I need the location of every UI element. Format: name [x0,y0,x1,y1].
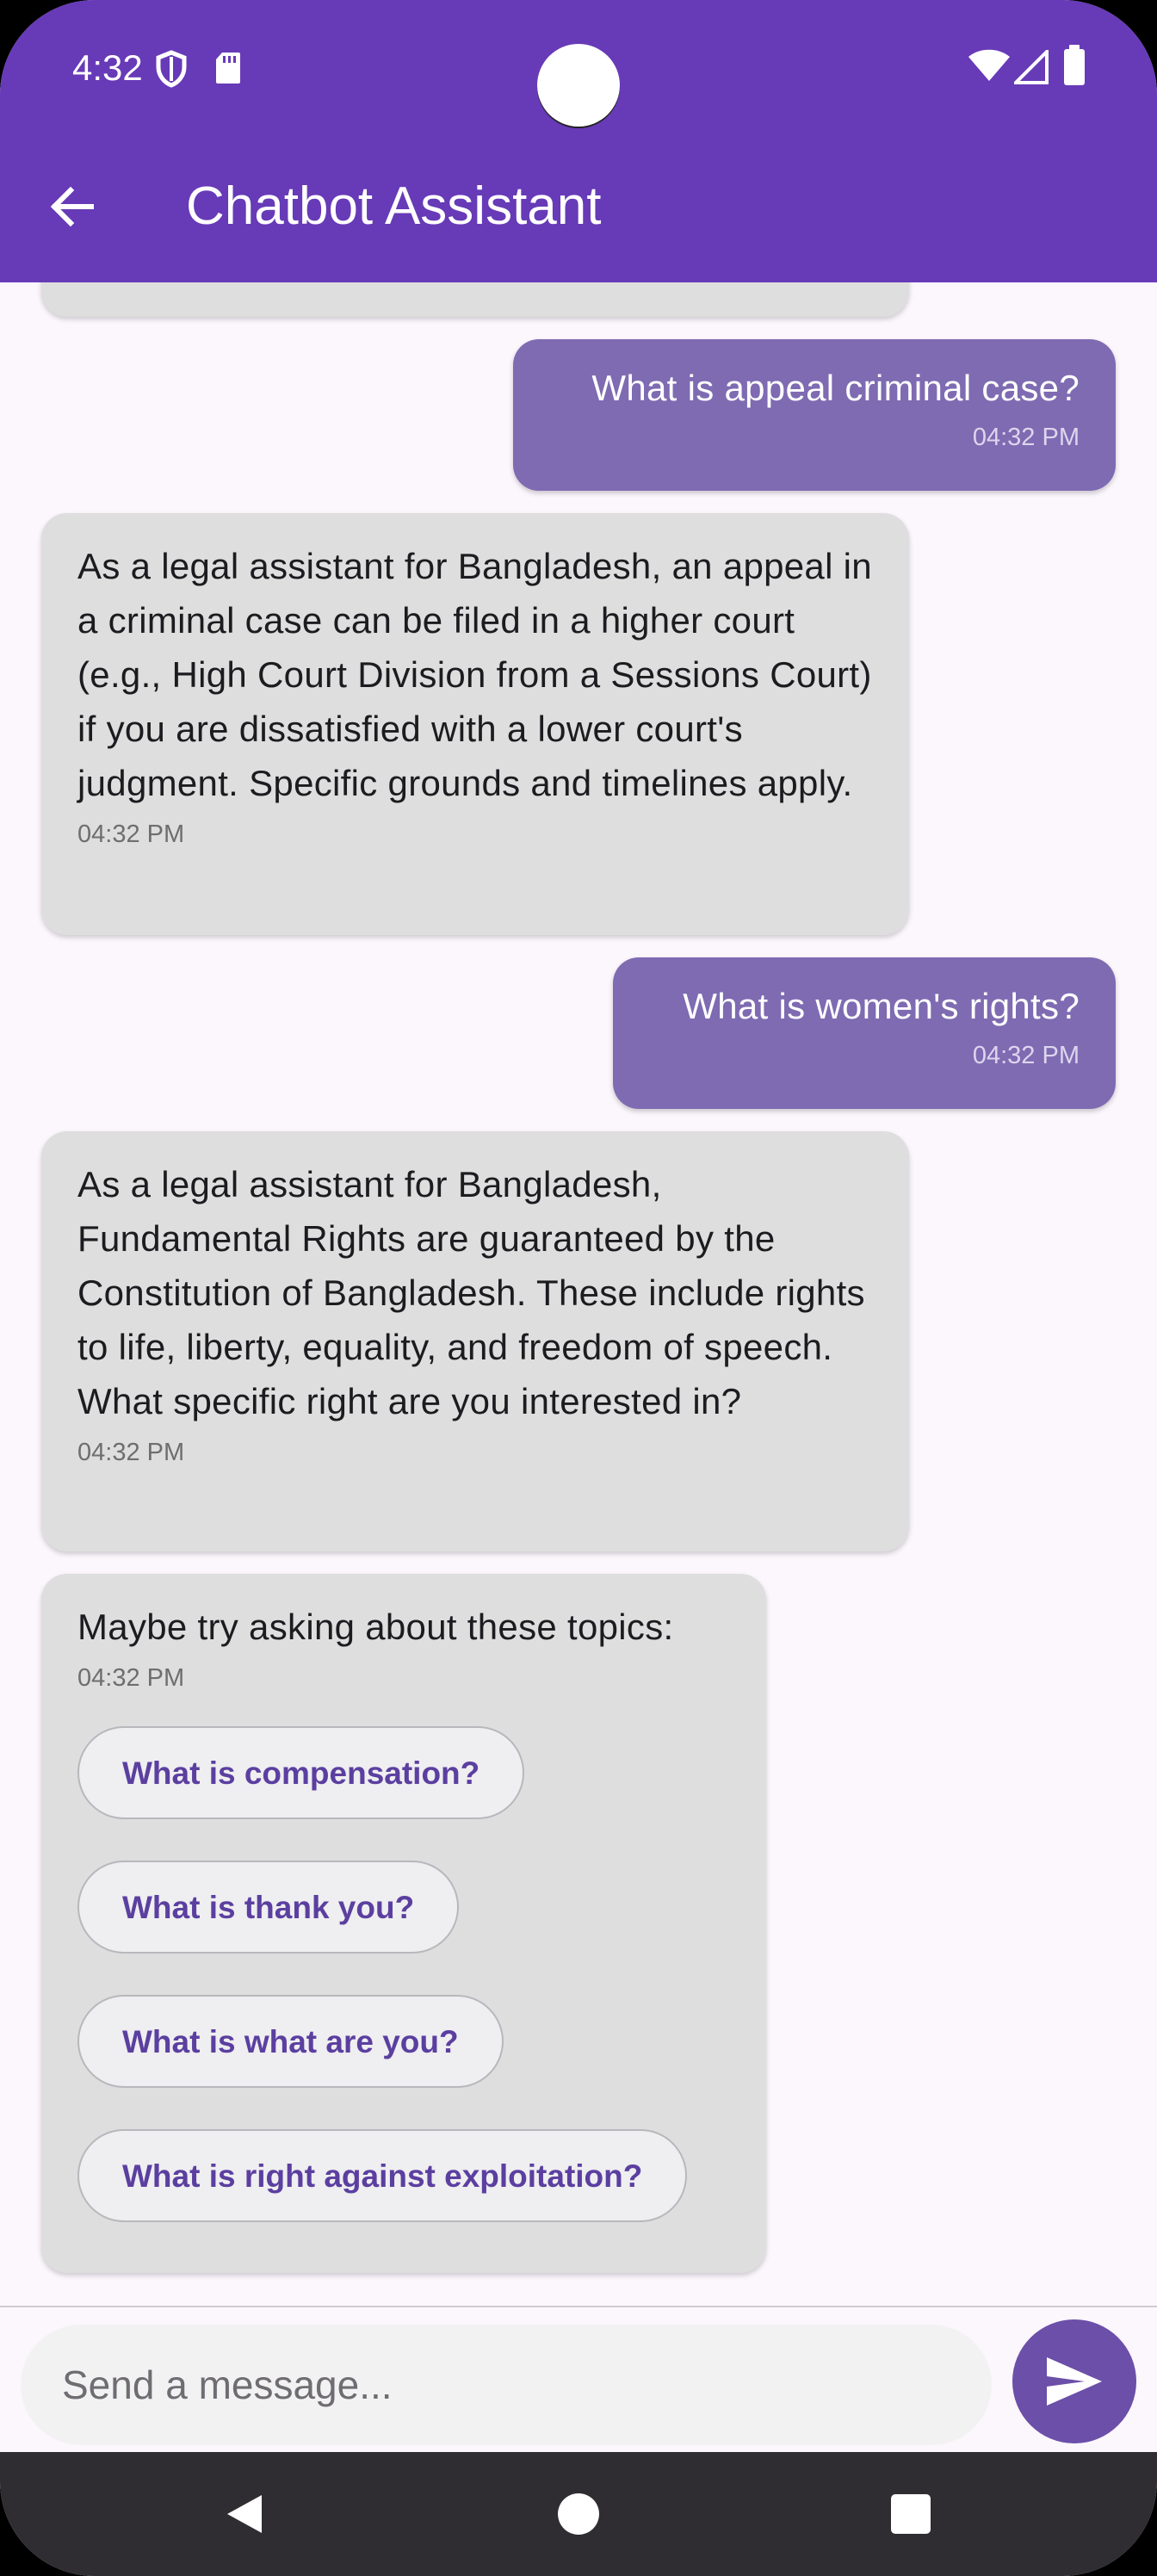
message-time: 04:32 PM [77,1439,185,1466]
suggestion-chips: What is compensation? What is thank you?… [77,1726,730,2263]
message-input[interactable] [21,2325,992,2445]
shield-icon [156,50,187,88]
page-title: Chatbot Assistant [186,176,602,236]
battery-icon [1064,45,1085,85]
nav-recents-icon [891,2494,931,2534]
send-button[interactable] [1012,2319,1136,2443]
suggestion-chip[interactable]: What is what are you? [77,1995,504,2088]
bot-message-bubble: As a legal assistant for Bangladesh, Fun… [41,1131,909,1551]
back-button[interactable] [45,179,100,234]
message-composer [0,2306,1157,2454]
suggestion-chip[interactable]: What is thank you? [77,1861,460,1954]
message-time: 04:32 PM [77,820,185,848]
sd-card-icon [216,53,240,84]
chat-list[interactable]: What is appeal criminal case? 04:32 PM A… [0,282,1157,2306]
app-bar: 4:32 Chatbot Assistant [0,0,1157,282]
nav-back-icon [227,2495,262,2533]
message-text: Maybe try asking about these topics: [77,1607,674,1647]
phone-screen: 4:32 Chatbot Assistant What is appeal cr… [0,0,1157,2576]
user-message-bubble: What is women's rights? 04:32 PM [613,957,1116,1109]
system-nav-bar [0,2452,1157,2576]
message-text: What is appeal criminal case? [591,368,1080,408]
signal-icon [1014,50,1049,84]
message-text: As a legal assistant for Bangladesh, an … [77,546,872,803]
suggestion-chip[interactable]: What is right against exploitation? [77,2129,688,2222]
bot-message-bubble: As a legal assistant for Bangladesh, an … [41,513,909,935]
message-text: What is women's rights? [683,986,1080,1026]
nav-home-icon [558,2493,599,2535]
message-text: As a legal assistant for Bangladesh, Fun… [77,1164,865,1421]
suggestion-chip[interactable]: What is compensation? [77,1726,525,1819]
send-icon [1047,2357,1102,2406]
suggestions-bubble: Maybe try asking about these topics: 04:… [41,1574,766,2273]
nav-recents-button[interactable] [883,2486,938,2542]
status-time: 4:32 [72,47,143,88]
wifi-icon [968,49,1010,81]
arrow-back-icon [50,186,94,227]
nav-back-button[interactable] [217,2486,272,2542]
nav-home-button[interactable] [551,2486,606,2542]
message-time: 04:32 PM [77,1664,185,1692]
camera-cutout [537,44,620,127]
bot-message-bubble [41,282,909,317]
message-time: 04:32 PM [972,424,1080,451]
user-message-bubble: What is appeal criminal case? 04:32 PM [513,339,1116,491]
message-time: 04:32 PM [972,1042,1080,1069]
